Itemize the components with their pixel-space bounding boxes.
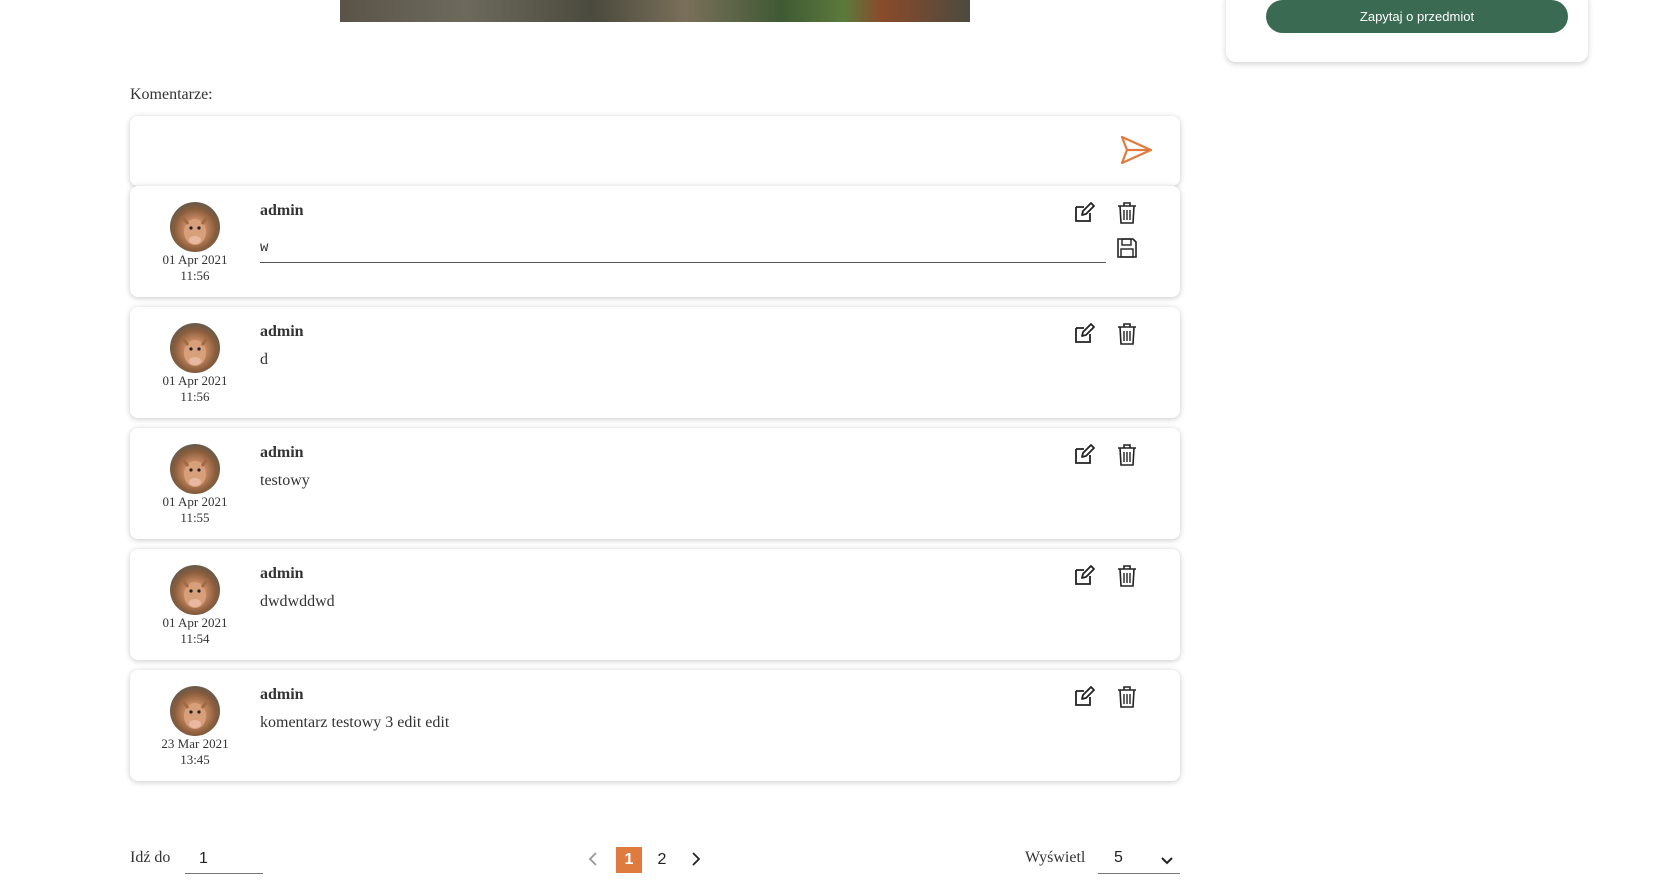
trash-icon[interactable]: [1115, 685, 1139, 709]
edit-icon[interactable]: [1072, 201, 1096, 225]
ask-about-item-button[interactable]: Zapytaj o przedmiot: [1266, 0, 1568, 33]
comment-date: 01 Apr 2021 11:54: [162, 615, 228, 646]
comment-card: 01 Apr 2021 11:56 admin d: [130, 307, 1180, 418]
comment-edit-input[interactable]: [260, 234, 1106, 263]
page-size-select[interactable]: 5: [1098, 844, 1180, 874]
comment-author: admin: [260, 202, 304, 219]
save-icon[interactable]: [1115, 236, 1139, 260]
chevron-right-icon[interactable]: [686, 850, 704, 868]
avatar: [170, 686, 220, 736]
avatar: [170, 565, 220, 615]
comment-text: testowy: [260, 472, 310, 489]
comment-author: admin: [260, 444, 304, 461]
avatar: [170, 323, 220, 373]
comment-text: d: [260, 351, 268, 368]
edit-icon[interactable]: [1072, 685, 1096, 709]
pagination: Idź do 1 2 Wyświetl 5: [130, 840, 1180, 880]
comments-label: Komentarze:: [130, 86, 213, 103]
comment-date: 01 Apr 2021 11:55: [162, 494, 228, 525]
comment-card: 01 Apr 2021 11:54 admin dwdwddwd: [130, 549, 1180, 660]
avatar: [170, 202, 220, 252]
send-icon[interactable]: [1118, 132, 1154, 168]
comment-text: komentarz testowy 3 edit edit: [260, 714, 450, 731]
chevron-down-icon: [1161, 857, 1173, 865]
comment-text: dwdwddwd: [260, 593, 335, 610]
comment-author: admin: [260, 565, 304, 582]
goto-page-input[interactable]: [185, 844, 263, 874]
comment-card: 01 Apr 2021 11:56 admin: [130, 186, 1180, 297]
trash-icon[interactable]: [1115, 322, 1139, 346]
new-comment-box[interactable]: [130, 116, 1180, 186]
page-size-value: 5: [1114, 849, 1123, 866]
item-image: [340, 0, 970, 22]
page-size-label: Wyświetl: [1025, 849, 1086, 866]
comment-author: admin: [260, 686, 304, 703]
comment-author: admin: [260, 323, 304, 340]
edit-icon[interactable]: [1072, 564, 1096, 588]
page-button[interactable]: 2: [652, 847, 672, 873]
trash-icon[interactable]: [1115, 201, 1139, 225]
goto-page-label: Idź do: [130, 849, 171, 866]
comment-card: 01 Apr 2021 11:55 admin testowy: [130, 428, 1180, 539]
page-button-current[interactable]: 1: [616, 847, 642, 873]
chevron-left-icon[interactable]: [585, 850, 603, 868]
comment-date: 23 Mar 2021 13:45: [161, 736, 229, 767]
comment-card: 23 Mar 2021 13:45 admin komentarz testowy…: [130, 670, 1180, 781]
edit-icon[interactable]: [1072, 322, 1096, 346]
trash-icon[interactable]: [1115, 564, 1139, 588]
item-sidebar-card: Zapytaj o przedmiot: [1226, 0, 1588, 62]
avatar: [170, 444, 220, 494]
comment-date: 01 Apr 2021 11:56: [162, 373, 228, 404]
comment-date: 01 Apr 2021 11:56: [162, 252, 228, 283]
edit-icon[interactable]: [1072, 443, 1096, 467]
trash-icon[interactable]: [1115, 443, 1139, 467]
